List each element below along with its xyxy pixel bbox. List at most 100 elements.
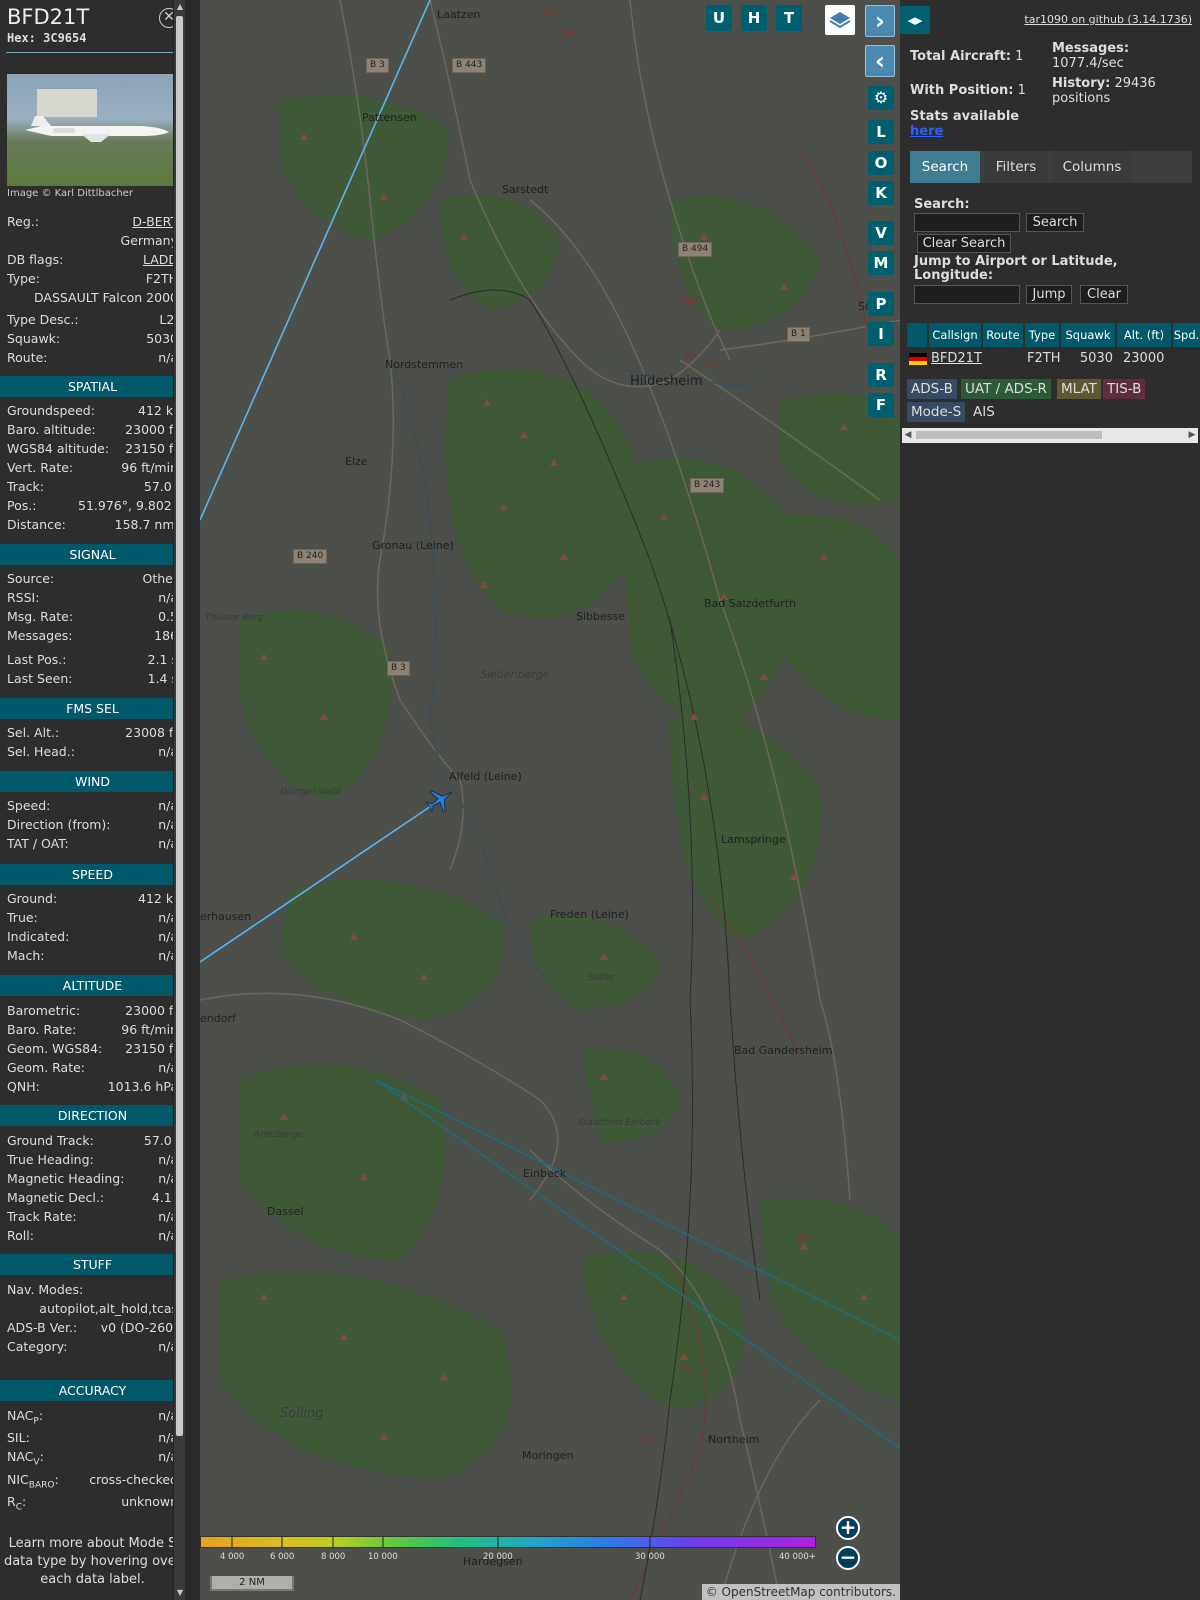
table-header-altitude[interactable]: Alt. (ft) (1117, 323, 1171, 347)
aircraft-marker[interactable] (426, 786, 454, 814)
adsb-version-value: v0 (DO-260) (100, 1320, 178, 1335)
road-number: 68 (796, 1234, 808, 1244)
map-base (200, 0, 900, 1600)
reg-link[interactable]: D-BERT (132, 214, 178, 229)
source-ais-badge[interactable]: AIS (969, 402, 999, 422)
source-uat-badge[interactable]: UAT / ADS-R (961, 379, 1051, 399)
road-shield: B 494 (678, 242, 713, 257)
hscroll-thumb[interactable] (916, 431, 1102, 439)
sel-head-label: Sel. Head.: (7, 744, 75, 759)
stats-here-link[interactable]: here (910, 124, 943, 139)
search-input[interactable] (914, 213, 1020, 232)
layers-glyph (829, 12, 851, 29)
search-button[interactable]: Search (1026, 213, 1084, 232)
nacp-row: NACP: n/a (7, 1408, 178, 1427)
msg-rate-row: Msg. Rate: 0.5 (7, 609, 178, 627)
road-shield: B 240 (293, 549, 328, 564)
section-stuff-header: STUFF (0, 1254, 185, 1275)
settings-gear-icon[interactable]: ⚙ (868, 86, 894, 110)
toggle-h-button[interactable]: H (741, 5, 767, 31)
toggle-o-button[interactable]: O (868, 151, 894, 175)
groundspeed-label: Groundspeed: (7, 403, 95, 418)
source-adsb-badge[interactable]: ADS-B (907, 379, 957, 399)
toggle-u-button[interactable]: U (706, 5, 732, 31)
aircraft-photo[interactable] (7, 74, 178, 186)
squawk-row: Squawk: 5030 (7, 331, 178, 349)
toggle-v-button[interactable]: V (868, 221, 894, 245)
collapse-left-icon[interactable]: ‹ (865, 45, 895, 77)
true-heading-row: True Heading: n/a (7, 1152, 178, 1170)
source-tisb-badge[interactable]: TIS-B (1103, 379, 1146, 399)
toggle-i-button[interactable]: I (868, 322, 894, 346)
toggle-p-button[interactable]: P (868, 292, 894, 316)
map-attribution[interactable]: © OpenStreetMap contributors. (701, 1584, 900, 1600)
vert-rate-row: Vert. Rate: 96 ft/min (7, 460, 178, 478)
table-header-speed[interactable]: Spd. (1173, 323, 1200, 347)
nav-modes-row: Nav. Modes: (7, 1282, 178, 1300)
history-label: History: (1052, 76, 1111, 91)
position-value: 51.976°, 9.802° (78, 498, 178, 513)
adsb-version-row: ADS-B Ver.: v0 (DO-260) (7, 1320, 178, 1338)
source-modes-badge[interactable]: Mode-S (907, 402, 966, 422)
clear-jump-button[interactable]: Clear (1080, 285, 1128, 304)
row-callsign[interactable]: BFD21T (931, 347, 991, 371)
source-label: Source: (7, 571, 55, 586)
scroll-right-icon[interactable]: ▶ (1186, 428, 1198, 443)
altitude-legend: 4 000 6 000 8 000 10 000 20 000 30 000 4… (200, 1536, 820, 1564)
road-number: 60 (564, 29, 576, 39)
dbflags-label: DB flags: (7, 252, 64, 267)
nacv-label-text: NAC (7, 1449, 34, 1464)
toggle-sidebar-width-icon[interactable]: ◂▸ (900, 6, 930, 34)
country-value: Germany (120, 233, 178, 248)
clear-search-button[interactable]: Clear Search (917, 234, 1011, 253)
last-pos-row: Last Pos.: 2.1 s (7, 652, 178, 670)
wgs84-altitude-row: WGS84 altitude: 23150 ft (7, 441, 178, 459)
rssi-label: RSSI: (7, 590, 40, 605)
table-horizontal-scrollbar[interactable]: ◀ ▶ (902, 428, 1198, 443)
info-scrollbar[interactable]: ▲ ▼ (173, 0, 185, 1600)
table-header-squawk[interactable]: Squawk (1061, 323, 1115, 347)
toggle-k-button[interactable]: K (868, 181, 894, 205)
place-label: Sibbesse (576, 610, 626, 623)
toggle-r-button[interactable]: R (868, 363, 894, 387)
photo-building (37, 89, 97, 117)
table-header-callsign[interactable]: Callsign (929, 323, 981, 347)
toggle-t-button[interactable]: T (776, 5, 802, 31)
toggle-f-button[interactable]: F (868, 393, 894, 417)
source-mlat-badge[interactable]: MLAT (1057, 379, 1101, 399)
toggle-m-button[interactable]: M (868, 251, 894, 275)
legend-tick-label: 20 000 (483, 1552, 513, 1562)
nicbaro-value: cross-checked (89, 1472, 178, 1487)
toggle-l-button[interactable]: L (868, 120, 894, 144)
jump-input[interactable] (914, 285, 1020, 304)
expand-right-icon[interactable]: › (865, 5, 895, 37)
tab-search[interactable]: Search (910, 151, 980, 183)
tab-columns[interactable]: Columns (1052, 151, 1132, 183)
table-header-type[interactable]: Type (1025, 323, 1059, 347)
zoom-out-icon[interactable]: − (836, 1546, 860, 1570)
place-label: Northeim (708, 1433, 760, 1446)
messages-row: Messages: 186 (7, 628, 178, 646)
tab-filters[interactable]: Filters (984, 151, 1048, 183)
map-view[interactable]: Laatzen Pattensen Sarstedt Nordstemmen H… (200, 0, 900, 1600)
github-link[interactable]: tar1090 on github (3.14.1736) (1024, 13, 1192, 26)
baro-rate-label: Baro. Rate: (7, 1022, 77, 1037)
ground-track-label: Ground Track: (7, 1133, 94, 1148)
table-header-route[interactable]: Route (983, 323, 1023, 347)
ground-speed-label: Ground: (7, 891, 58, 906)
last-seen-row: Last Seen: 1.4 s (7, 671, 178, 689)
scroll-down-icon[interactable]: ▼ (174, 1587, 185, 1599)
table-header-flag (907, 323, 927, 347)
baro-altitude-label: Baro. altitude: (7, 422, 96, 437)
nacv-label-sub: V (33, 1457, 40, 1468)
jump-button[interactable]: Jump (1026, 285, 1072, 304)
scroll-up-icon[interactable]: ▲ (174, 1, 185, 13)
vert-rate-label: Vert. Rate: (7, 460, 74, 475)
wgs84-altitude-value: 23150 ft (125, 441, 178, 456)
groundspeed-row: Groundspeed: 412 kt (7, 403, 178, 421)
zoom-in-icon[interactable]: + (836, 1516, 860, 1540)
scroll-thumb[interactable] (176, 16, 183, 1436)
layers-icon[interactable] (825, 5, 855, 35)
country-row: Germany (7, 233, 178, 251)
scroll-left-icon[interactable]: ◀ (902, 428, 914, 443)
